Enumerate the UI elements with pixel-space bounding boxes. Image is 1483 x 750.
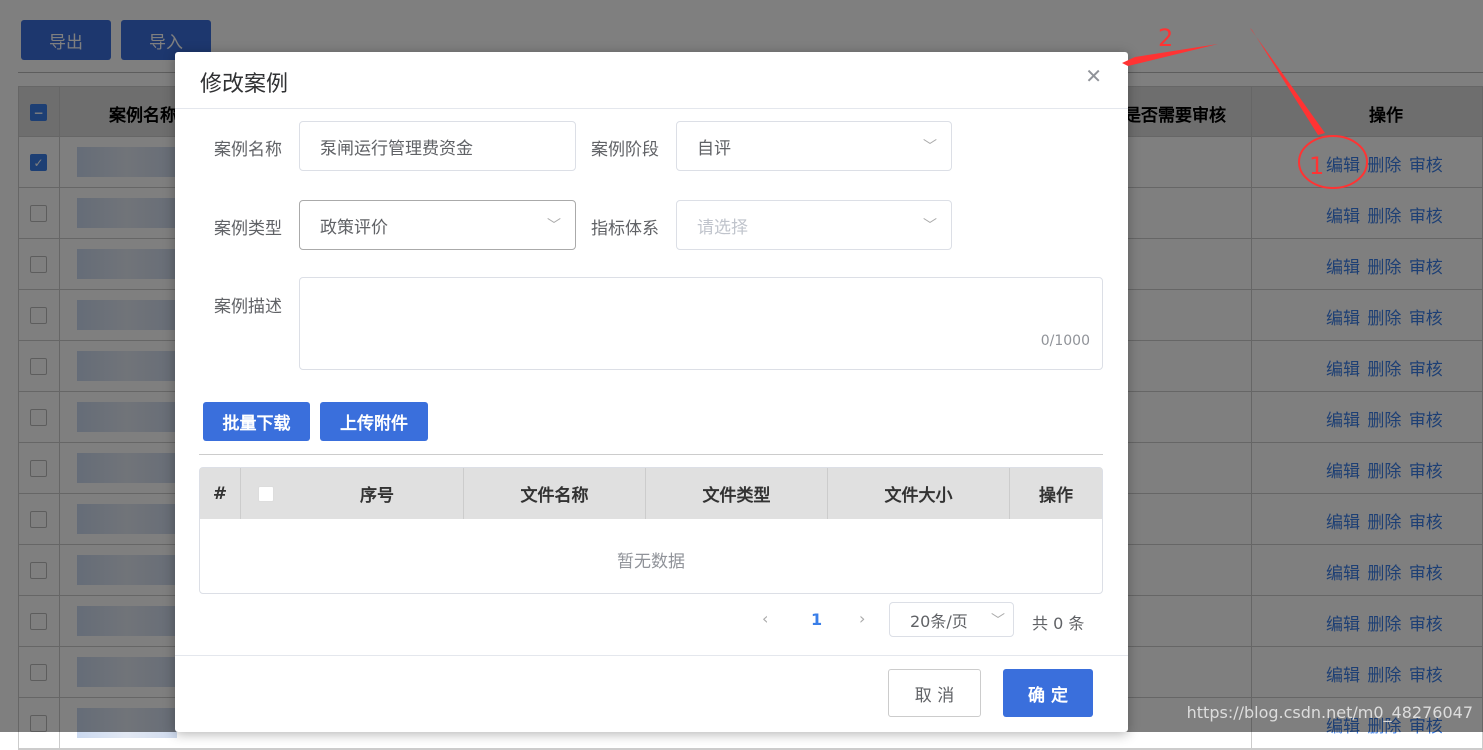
- arrow-1: [1250, 28, 1325, 135]
- annotation-1: 1: [1309, 152, 1325, 180]
- watermark: https://blog.csdn.net/m0_48276047: [1186, 703, 1473, 722]
- annotation-arrows: [1122, 28, 1368, 189]
- annotation-2: 2: [1158, 24, 1174, 52]
